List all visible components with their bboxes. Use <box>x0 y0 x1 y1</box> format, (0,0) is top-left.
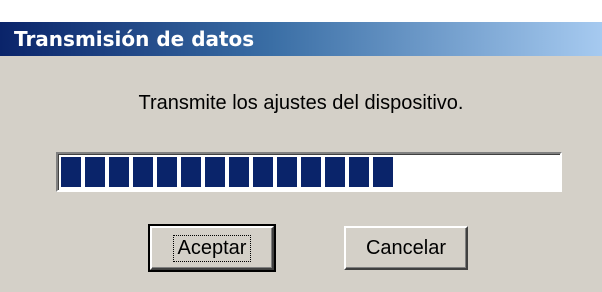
cancel-button-label: Cancelar <box>365 236 447 259</box>
transmission-dialog: Transmisión de datos Transmite los ajust… <box>0 0 602 292</box>
progress-block <box>205 157 225 187</box>
progress-block <box>229 157 249 187</box>
progress-bar <box>56 152 562 192</box>
progress-block <box>157 157 177 187</box>
dialog-body: Transmite los ajustes del dispositivo. A… <box>0 56 602 292</box>
progress-fill <box>61 157 557 187</box>
progress-block <box>109 157 129 187</box>
progress-block <box>277 157 297 187</box>
cancel-button[interactable]: Cancelar <box>344 226 468 270</box>
title-bar[interactable]: Transmisión de datos <box>0 22 602 56</box>
progress-block <box>133 157 153 187</box>
progress-block <box>181 157 201 187</box>
accept-button[interactable]: Aceptar <box>148 224 276 272</box>
progress-block <box>301 157 321 187</box>
accept-button-label: Aceptar <box>172 234 252 262</box>
progress-block <box>85 157 105 187</box>
window-title: Transmisión de datos <box>14 27 255 51</box>
progress-block <box>253 157 273 187</box>
status-message: Transmite los ajustes del dispositivo. <box>138 92 464 114</box>
progress-block <box>373 157 393 187</box>
progress-block <box>325 157 345 187</box>
progress-block <box>349 157 369 187</box>
progress-block <box>61 157 81 187</box>
